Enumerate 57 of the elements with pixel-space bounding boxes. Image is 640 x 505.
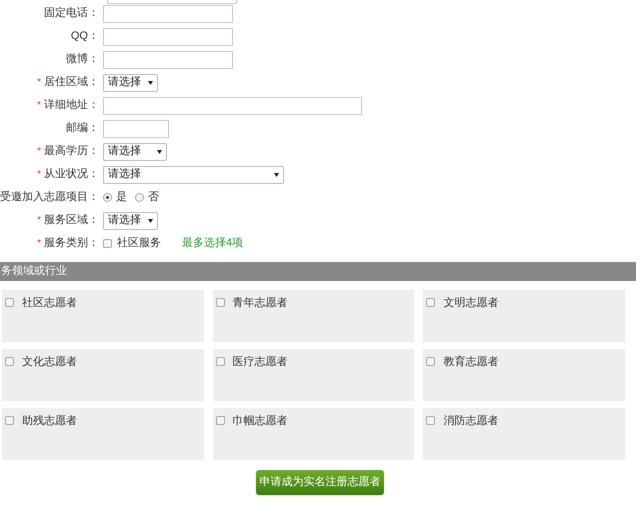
required-mark: * [37,237,41,251]
category-label: 文明志愿者 [443,296,498,311]
category-label: 消防志愿者 [443,414,498,429]
checkbox[interactable] [5,298,14,307]
field-label: 居住区域： [44,75,99,90]
radio-button[interactable] [135,193,144,202]
select-dropdown[interactable]: 请选择 [103,166,284,184]
input-field[interactable] [103,96,362,114]
checkbox[interactable] [216,416,225,425]
field-label: 微博： [66,52,99,68]
category-label: 教育志愿者 [443,354,498,370]
category-label: 医疗志愿者 [232,354,288,370]
checkbox-label: 社区服务 [117,236,161,252]
field-label: 服务区域： [44,213,99,228]
caret-icon [148,80,153,84]
radio-label: 否 [148,190,159,206]
input-field[interactable] [103,28,233,46]
required-mark: * [37,214,41,228]
field-label: 邮编： [66,121,99,136]
input-field[interactable] [103,120,169,138]
field-label: 从业状况： [44,167,99,182]
field-label: QQ： [70,29,99,44]
section-header: 务领域或行业 [0,262,636,281]
required-mark: * [37,168,41,182]
checkbox[interactable] [5,416,14,425]
checkbox[interactable] [216,298,225,307]
field-label: 服务类别： [44,236,99,252]
required-mark: * [37,145,41,159]
category-label: 文化志愿者 [22,354,77,370]
required-mark: * [37,76,41,90]
radio-button[interactable] [103,193,112,202]
select-dropdown[interactable]: 请选择 [103,74,158,92]
caret-icon [157,150,162,154]
category-label: 社区志愿者 [22,296,77,311]
caret-icon [148,218,153,222]
checkbox[interactable] [5,357,14,366]
input-field[interactable] [103,4,233,22]
hint-text: 最多选择4项 [182,236,244,252]
field-label: 受邀加入志愿项目： [0,190,99,206]
required-mark: * [37,99,41,113]
field-label: 固定电话： [44,6,99,22]
field-label: 最高学历： [44,144,99,160]
checkbox[interactable] [103,239,112,248]
field-label: 详细地址： [44,98,99,114]
checkbox[interactable] [426,357,436,366]
select-dropdown[interactable]: 请选择 [103,142,167,160]
checkbox[interactable] [216,357,225,366]
checkbox[interactable] [426,416,436,425]
category-label: 助残志愿者 [22,414,77,429]
category-label: 青年志愿者 [232,296,288,311]
radio-label: 是 [116,190,127,206]
input-field[interactable] [103,50,233,68]
checkbox[interactable] [426,298,436,307]
submit-button[interactable]: 申请成为实名注册志愿者 [256,470,384,495]
caret-icon [274,172,279,176]
category-label: 巾帼志愿者 [232,414,288,429]
select-dropdown[interactable]: 请选择 [103,212,158,230]
